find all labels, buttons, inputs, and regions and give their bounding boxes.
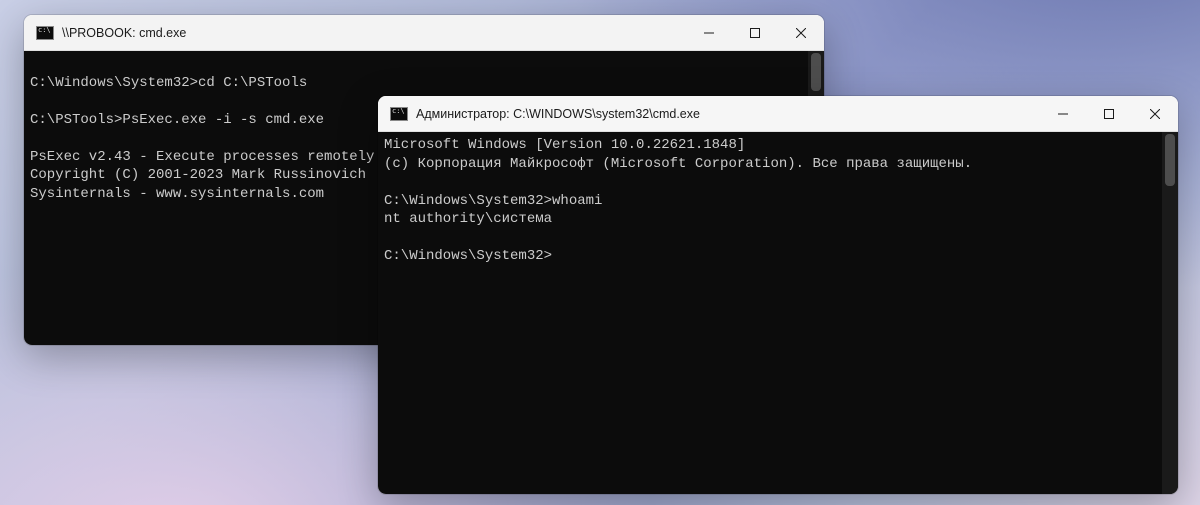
titlebar[interactable]: \\PROBOOK: cmd.exe (24, 15, 824, 51)
maximize-button[interactable] (1086, 96, 1132, 131)
minimize-button[interactable] (1040, 96, 1086, 131)
close-button[interactable] (778, 15, 824, 50)
minimize-icon (704, 28, 714, 38)
window-controls (1040, 96, 1178, 131)
maximize-icon (750, 28, 760, 38)
minimize-icon (1058, 109, 1068, 119)
close-icon (796, 28, 806, 38)
window-title: Администратор: C:\WINDOWS\system32\cmd.e… (416, 107, 700, 121)
scrollbar-thumb[interactable] (1165, 134, 1175, 186)
scrollbar[interactable] (1162, 132, 1178, 494)
window-controls (686, 15, 824, 50)
cmd-icon (390, 107, 408, 121)
window-title: \\PROBOOK: cmd.exe (62, 26, 186, 40)
close-icon (1150, 109, 1160, 119)
terminal-output: Microsoft Windows [Version 10.0.22621.18… (378, 132, 1178, 270)
minimize-button[interactable] (686, 15, 732, 50)
scrollbar-thumb[interactable] (811, 53, 821, 91)
desktop-background: \\PROBOOK: cmd.exe C:\Windows\System32>c… (0, 0, 1200, 505)
close-button[interactable] (1132, 96, 1178, 131)
maximize-icon (1104, 109, 1114, 119)
titlebar[interactable]: Администратор: C:\WINDOWS\system32\cmd.e… (378, 96, 1178, 132)
terminal-area[interactable]: Microsoft Windows [Version 10.0.22621.18… (378, 132, 1178, 494)
maximize-button[interactable] (732, 15, 778, 50)
cmd-icon (36, 26, 54, 40)
cmd-window-admin[interactable]: Администратор: C:\WINDOWS\system32\cmd.e… (378, 96, 1178, 494)
